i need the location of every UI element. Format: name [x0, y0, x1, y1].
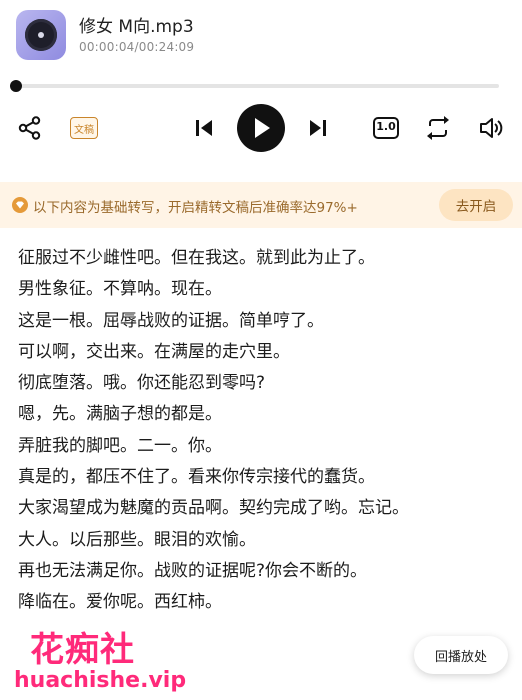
volume-icon: [480, 118, 503, 138]
transcript-line[interactable]: 可以啊，交出来。在满屋的走穴里。: [18, 337, 508, 368]
share-button[interactable]: [16, 114, 44, 142]
transcript-line[interactable]: 这是一根。屈辱战败的证据。简单哼了。: [18, 306, 508, 337]
transcript-button[interactable]: 文稿: [70, 117, 98, 139]
volume-button[interactable]: [477, 114, 505, 142]
replay-button[interactable]: 回播放处: [414, 636, 508, 674]
transcript-line[interactable]: 大人。以后那些。眼泪的欢愉。: [18, 525, 508, 556]
skip-back-icon: [196, 120, 212, 136]
loop-button[interactable]: [424, 114, 452, 142]
repeat-icon: [427, 116, 449, 140]
progress-handle[interactable]: [10, 80, 22, 92]
speed-button[interactable]: 1.0: [372, 114, 400, 142]
skip-forward-icon: [310, 120, 326, 136]
track-title: 修女 M向.mp3: [79, 17, 194, 37]
transcript-line[interactable]: 真是的，都压不住了。看来你传宗接代的蠢货。: [18, 462, 508, 493]
track-time: 00:00:04/00:24:09: [79, 40, 195, 54]
enable-button[interactable]: 去开启: [439, 189, 513, 221]
disc-center: [38, 32, 44, 38]
notice-banner: 以下内容为基础转写，开启精转文稿后准确率达97%+ 去开启: [0, 182, 522, 228]
next-button[interactable]: [306, 116, 330, 140]
previous-button[interactable]: [192, 116, 216, 140]
player-header: 修女 M向.mp3 00:00:04/00:24:09: [0, 0, 522, 70]
transcript-line[interactable]: 再也无法满足你。战败的证据呢?你会不断的。: [18, 556, 508, 587]
transcript-line[interactable]: 男性象征。不算呐。现在。: [18, 274, 508, 305]
transcript-line[interactable]: 大家渴望成为魅魔的贡品啊。契约完成了哟。忘记。: [18, 493, 508, 524]
progress-bar[interactable]: [14, 84, 499, 88]
music-disc-icon: [25, 19, 57, 51]
player-controls: 文稿 1.0: [0, 100, 522, 156]
album-cover: [16, 10, 66, 60]
play-button[interactable]: [237, 104, 285, 152]
watermark-url: huachishe.vip: [14, 668, 187, 693]
transcript-list: 征服过不少雌性吧。但在我这。就到此为止了。 男性象征。不算呐。现在。 这是一根。屈辱…: [18, 243, 508, 619]
transcript-line[interactable]: 征服过不少雌性吧。但在我这。就到此为止了。: [18, 243, 508, 274]
transcript-line[interactable]: 彻底堕落。哦。你还能忍到零吗?: [18, 368, 508, 399]
transcript-line[interactable]: 降临在。爱你呢。西红柿。: [18, 587, 508, 618]
watermark-logo: 花痴社: [30, 630, 135, 670]
diamond-icon: [12, 197, 28, 213]
play-icon: [255, 118, 270, 138]
watermark: 花痴社 huachishe.vip: [0, 620, 200, 700]
notice-text: 以下内容为基础转写，开启精转文稿后准确率达97%+: [33, 200, 358, 216]
speed-label: 1.0: [376, 120, 396, 133]
wengao-label: 文稿: [70, 117, 98, 139]
share-icon: [18, 116, 41, 140]
transcript-line[interactable]: 弄脏我的脚吧。二一。你。: [18, 431, 508, 462]
transcript-line[interactable]: 嗯，先。满脑子想的都是。: [18, 399, 508, 430]
